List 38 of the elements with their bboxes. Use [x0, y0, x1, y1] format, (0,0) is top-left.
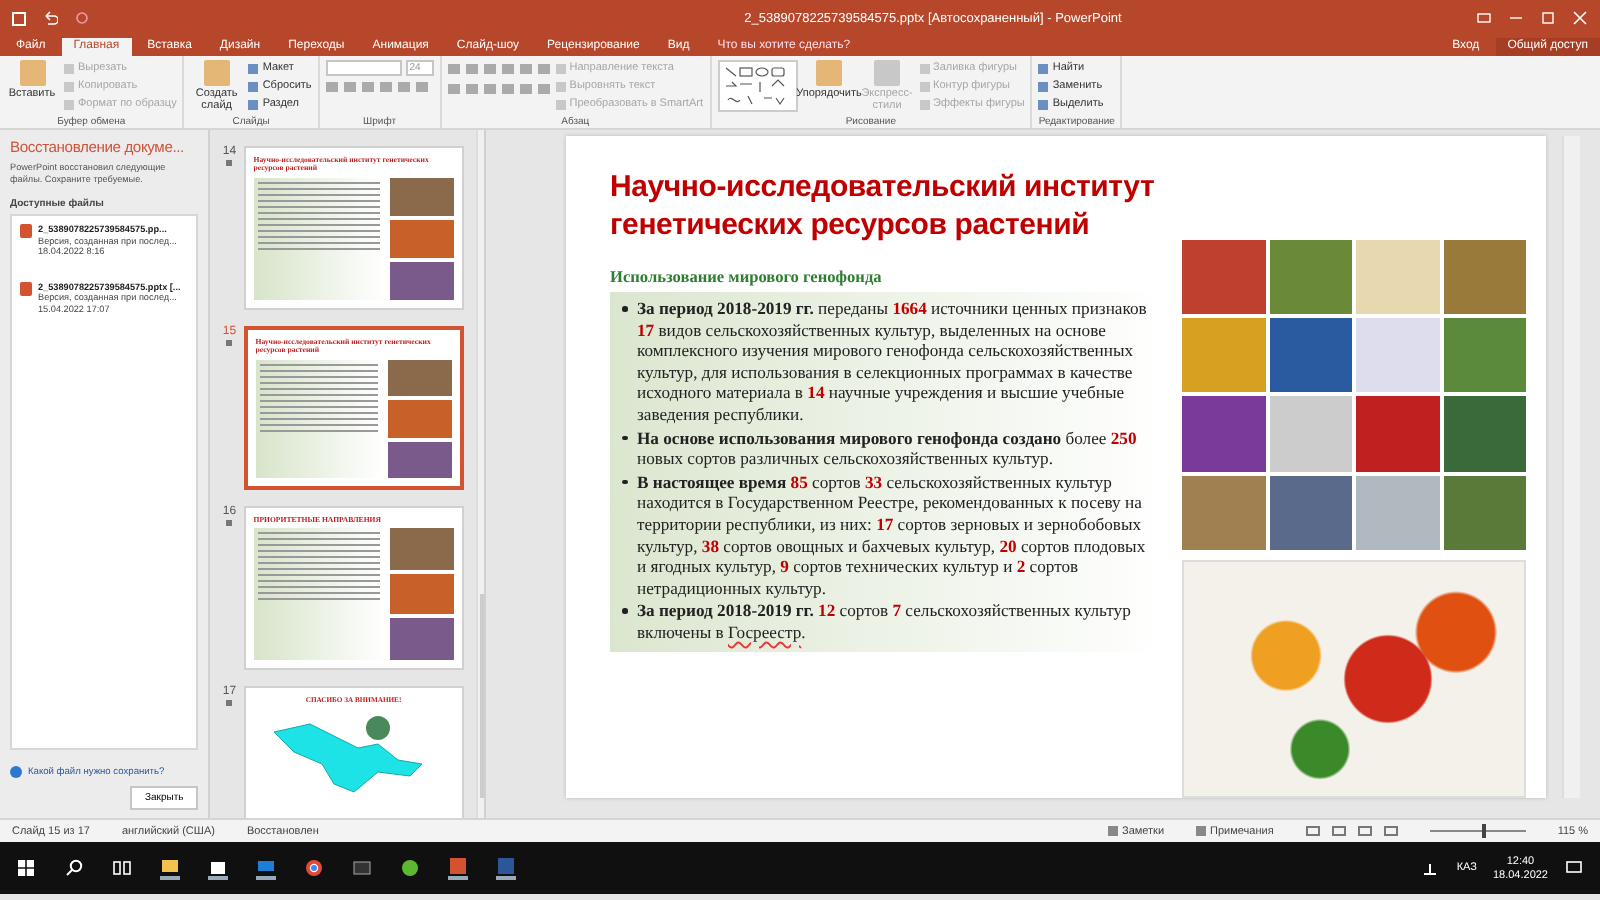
notes-icon	[1108, 826, 1118, 836]
powerpoint-icon[interactable]	[448, 856, 468, 880]
notification-icon[interactable]	[1564, 858, 1584, 878]
bullet-icon	[622, 608, 627, 614]
bullet-icon	[622, 479, 627, 485]
comment-icon	[1196, 826, 1207, 836]
search-icon[interactable]	[64, 858, 84, 878]
font-name-field[interactable]	[325, 60, 402, 76]
bullet-text: За период 2018-2019 гг. переданы 1664 источники ценных признаков 17 видов сельскохозяйственных культур, выделенных на основе комплексного изучения мирового генофонда сельскохозяйственных культур, для использования в селекционных программах в качестве исходного материала в 14 научные учреждения и высшие учебные заведения республики.	[637, 298, 1149, 426]
app-icon[interactable]	[400, 858, 420, 878]
tool-icon	[816, 60, 842, 86]
slide-title: Научно-исследовательский институт генетических ресурсов растений	[610, 168, 1157, 244]
folder-icon[interactable]	[160, 856, 180, 880]
terminal-icon[interactable]	[352, 858, 372, 878]
bullet-icon	[622, 306, 627, 311]
save-icon[interactable]	[12, 11, 26, 25]
bullet-text: На основе использования мирового генофонда создано более 250 новых сортов различных сельскохозяйственных культур.	[637, 427, 1139, 470]
maximize-icon[interactable]	[1540, 10, 1556, 26]
bullet-text: За период 2018-2019 гг. 12 сортов 7 сельскохозяйственных культур включены в Госреестр.	[637, 600, 1133, 643]
mail-icon[interactable]	[256, 856, 276, 880]
view-buttons-drawing[interactable]	[1305, 826, 1398, 836]
close-icon[interactable]	[1572, 10, 1588, 26]
slide-subtitle: Использование мирового генофонда	[610, 268, 884, 286]
help-icon	[10, 766, 22, 778]
bullet-icon	[622, 435, 627, 441]
windows-start-icon[interactable]	[16, 858, 36, 878]
file-icon	[20, 224, 32, 238]
file-icon	[20, 281, 32, 296]
bullet-text: В настоящее время 85 сортов 33 сельскохозяйственных культур находится в Государственном Реестре, рекомендованных к посеву на территории республики, из них: 17 сортов зерновых и зернобобовых культур, 38 сортов овощных и бахчевых культур, 20 сортов плодовых и ягодных культур, 9 сортов технических культур и 2 сортов нетрадиционных культур.	[637, 471, 1148, 599]
ribbon-display-icon[interactable]	[1476, 10, 1492, 26]
word-icon[interactable]	[496, 856, 516, 880]
task-view-icon[interactable]	[112, 858, 132, 878]
shapes-gallery[interactable]	[717, 60, 797, 112]
tool-icon	[19, 60, 45, 86]
undo-icon[interactable]	[42, 10, 58, 26]
browser-icon[interactable]	[304, 858, 324, 878]
tool-icon	[203, 60, 230, 86]
tool-icon	[874, 60, 900, 86]
